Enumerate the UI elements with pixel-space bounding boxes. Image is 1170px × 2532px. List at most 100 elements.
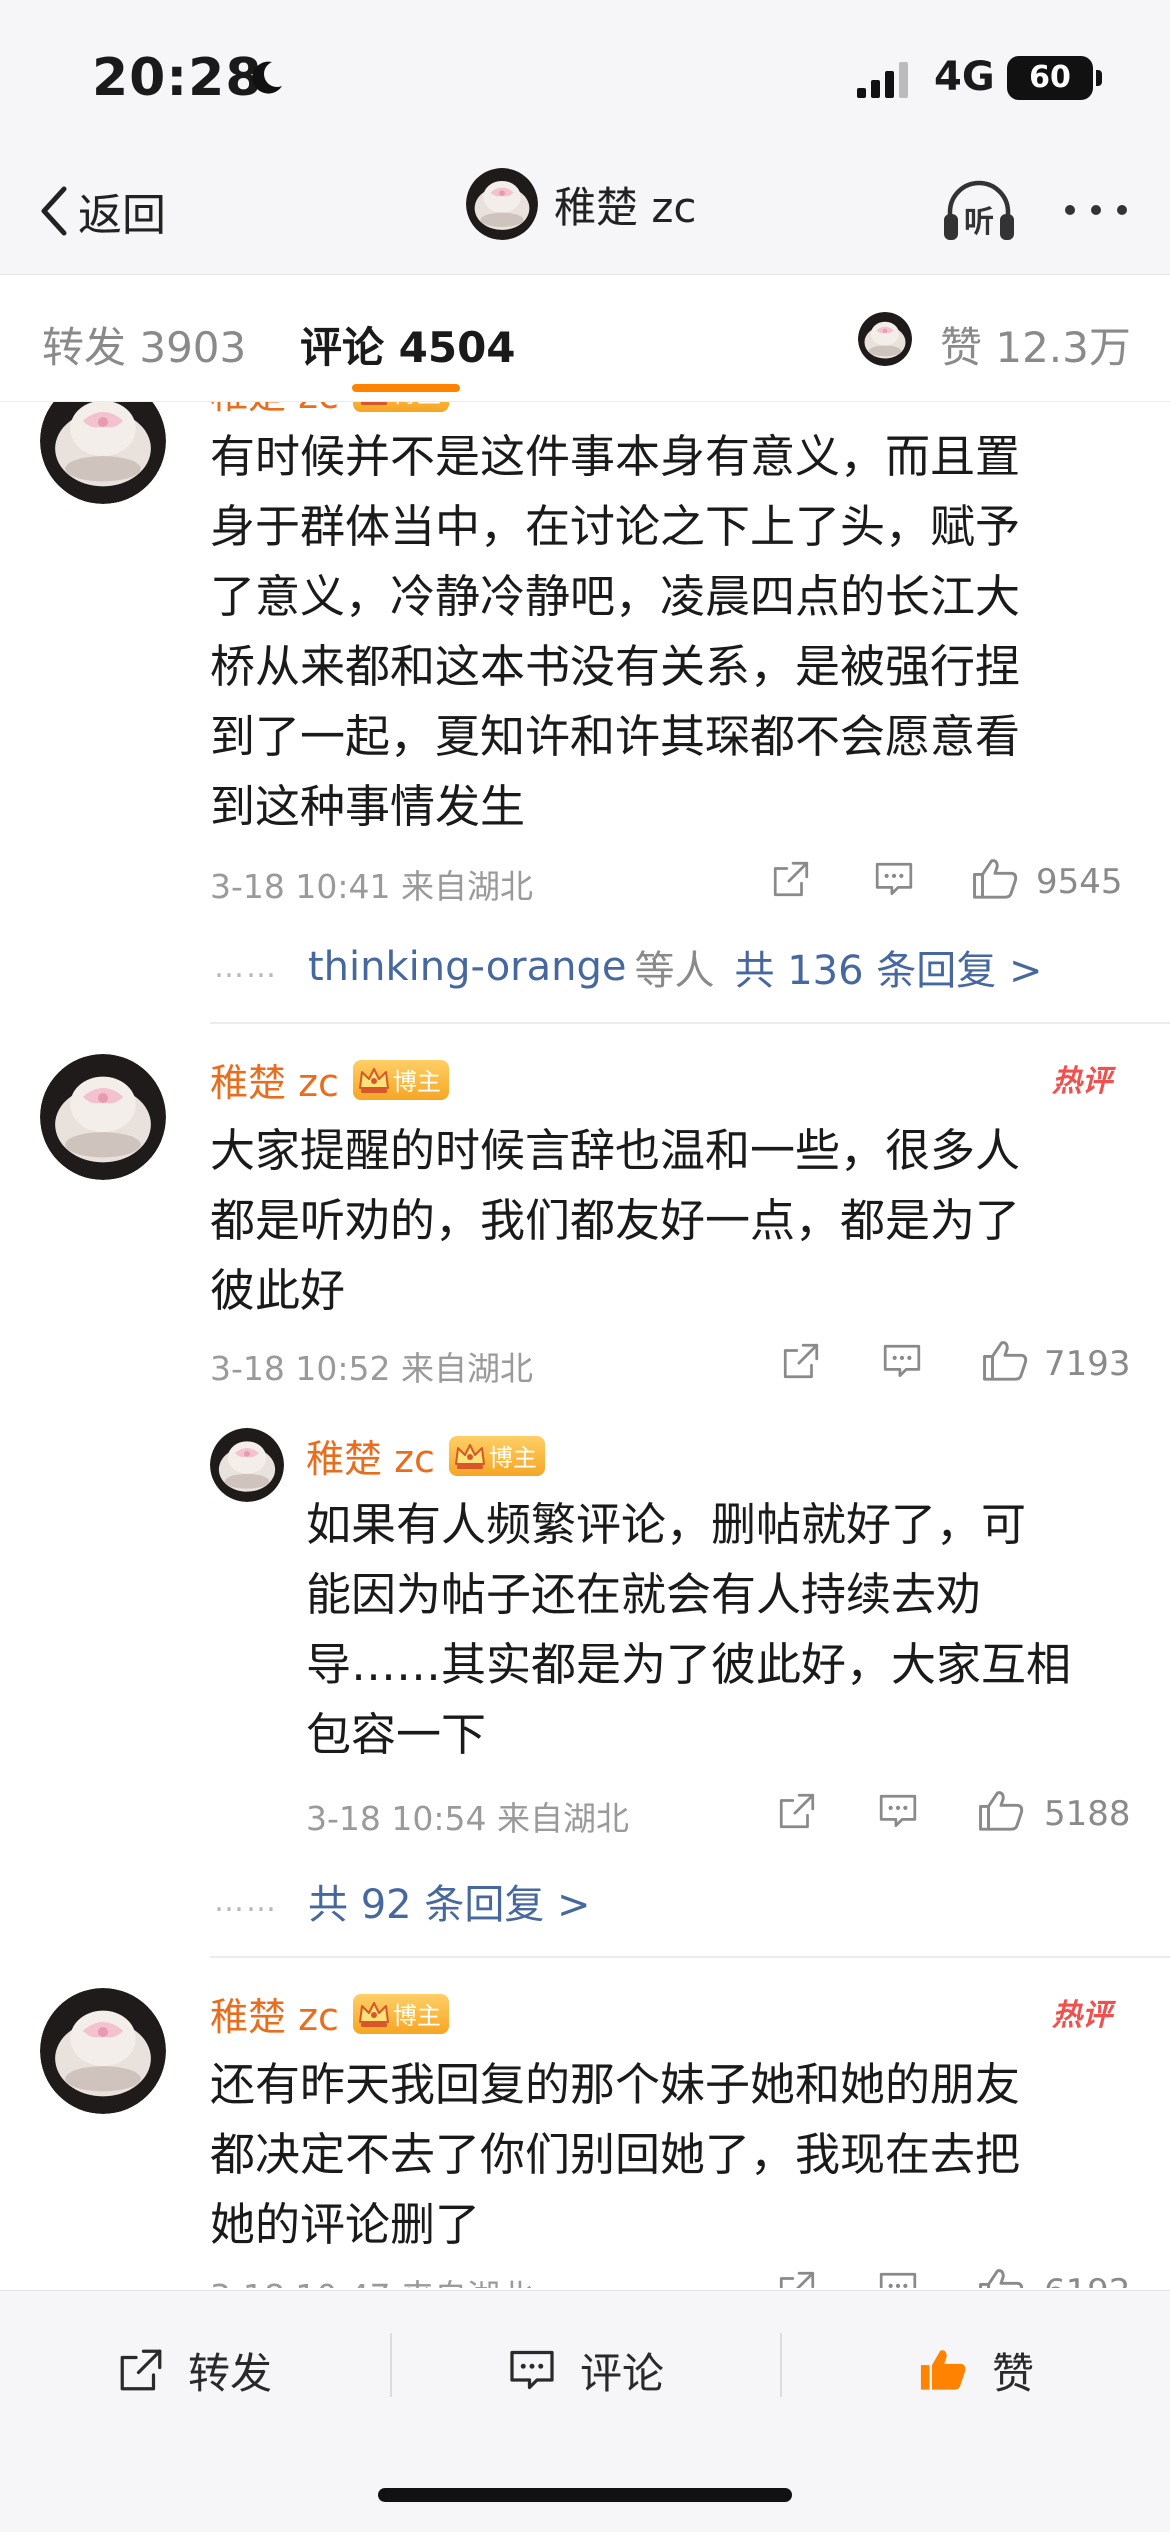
- like-icon[interactable]: [970, 856, 1020, 902]
- comment-line: 了意义，冷静冷静吧，凌晨四点的长江大: [210, 570, 1021, 623]
- like-icon[interactable]: [976, 1788, 1026, 1834]
- comment-line: 桥从来都和这本书没有关系，是被强行捏: [210, 640, 1021, 693]
- comment-meta: 3-18 10:47 来自湖北: [210, 2270, 533, 2288]
- listen-label: 听: [964, 205, 994, 240]
- like-icon[interactable]: [980, 1338, 1030, 1384]
- more-icon[interactable]: [1060, 200, 1132, 220]
- comment-line: 有时候并不是这件事本身有意义，而且置: [210, 430, 1021, 483]
- tab-bar: 转发 3903 评论 4504 赞 12.3万: [0, 276, 1170, 402]
- view-replies-link[interactable]: 共 92 条回复 >: [308, 1872, 591, 1930]
- reply-meta: 3-18 10:54 来自湖北: [306, 1799, 629, 1838]
- crown-icon: [357, 402, 391, 408]
- comment-text: 还有昨天我回复的那个妹子她和她的朋友 都决定不去了你们别回她了，我现在去把 她的…: [210, 2050, 1020, 2260]
- comment-line: 到这种事情发生: [210, 780, 526, 833]
- blogger-badge: 博主: [352, 1059, 449, 1100]
- separator: [390, 2333, 392, 2397]
- share-icon[interactable]: [776, 2268, 818, 2288]
- like-count: 7193: [1044, 1344, 1131, 1384]
- comment-list[interactable]: 稚楚 zc 博主 有时候并不是这件事本身有意义，而且置 身于群体当中，在讨论之下…: [0, 402, 1170, 2288]
- comment-username[interactable]: 稚楚 zc 博主: [306, 1428, 545, 1483]
- like-label: 赞: [992, 2348, 1035, 2398]
- divider: [210, 1956, 1170, 1958]
- back-button[interactable]: 返回: [34, 178, 166, 244]
- comment-line: 导……其实都是为了彼此好，大家互相: [306, 1638, 1072, 1691]
- listen-icon[interactable]: 听: [940, 174, 1018, 250]
- dots-separator: ……: [214, 1883, 278, 1919]
- hot-comment-badge: 热评: [1052, 1064, 1112, 1099]
- comment-label: 评论: [580, 2348, 665, 2398]
- avatar[interactable]: [40, 402, 166, 504]
- comment-line: 能因为帖子还在就会有人持续去劝: [306, 1568, 982, 1621]
- back-label: 返回: [78, 190, 166, 241]
- comment-username[interactable]: 稚楚 zc 博主: [210, 1986, 449, 2041]
- tab-likes[interactable]: 赞 12.3万: [940, 314, 1131, 375]
- like-button[interactable]: 赞: [916, 2335, 1034, 2405]
- avatar[interactable]: [40, 1054, 166, 1180]
- nav-user[interactable]: 稚楚 zc: [466, 168, 697, 240]
- comment-line: 都是听劝的，我们都友好一点，都是为了: [210, 1194, 1021, 1247]
- status-bar: 20:28 4G 60: [0, 0, 1170, 150]
- comment-text: 大家提醒的时候言辞也温和一些，很多人 都是听劝的，我们都友好一点，都是为了 彼此…: [210, 1116, 1020, 1326]
- username: 稚楚 zc: [306, 1437, 435, 1481]
- home-indicator[interactable]: [378, 2488, 792, 2502]
- share-icon: [116, 2345, 166, 2395]
- moon-icon: [252, 61, 282, 94]
- dots-separator: ……: [214, 949, 278, 985]
- username: 稚楚 zc: [210, 402, 339, 419]
- avatar[interactable]: [40, 1988, 166, 2114]
- tab-repost[interactable]: 转发 3903: [42, 314, 246, 375]
- replies-row[interactable]: …… thinking-orange 等人 共 136 条回复 >: [214, 938, 1043, 996]
- battery-icon: 60: [1007, 56, 1093, 100]
- comment-icon[interactable]: [876, 1790, 920, 1832]
- like-count: 6192: [1044, 2272, 1131, 2288]
- network-type: 4G: [934, 54, 995, 100]
- comment-line: 还有昨天我回复的那个妹子她和她的朋友: [210, 2058, 1021, 2111]
- badge-label: 博主: [488, 1444, 537, 1472]
- comment-meta: 3-18 10:52 来自湖北: [210, 1349, 533, 1388]
- crown-icon: [357, 1064, 391, 1096]
- like-icon[interactable]: [976, 2266, 1026, 2288]
- tab-comments[interactable]: 评论 4504: [300, 314, 516, 375]
- blogger-badge: 博主: [448, 1435, 545, 1476]
- comment-line: 包容一下: [306, 1708, 487, 1761]
- like-count: 5188: [1044, 1794, 1131, 1834]
- comment-line: 她的评论删了: [210, 2198, 481, 2251]
- replies-row[interactable]: …… 共 92 条回复 >: [214, 1872, 591, 1930]
- avatar[interactable]: [466, 168, 538, 240]
- blogger-badge: 博主: [352, 1993, 449, 2034]
- chevron-left-icon: [41, 186, 67, 236]
- comment-line: 彼此好: [210, 1264, 346, 1317]
- username: 稚楚 zc: [210, 1995, 339, 2039]
- crown-icon: [453, 1440, 487, 1472]
- active-tab-indicator: [352, 384, 460, 392]
- repost-button[interactable]: 转发: [116, 2335, 272, 2405]
- blogger-badge: 博主: [352, 402, 449, 412]
- badge-label: 博主: [393, 402, 441, 409]
- crown-icon: [357, 1998, 391, 2030]
- comment-icon[interactable]: [880, 1340, 924, 1382]
- share-icon[interactable]: [776, 1790, 818, 1832]
- view-replies-link[interactable]: 共 136 条回复 >: [734, 938, 1042, 996]
- reply-text: 如果有人频繁评论，删帖就好了，可 能因为帖子还在就会有人持续去劝 导……其实都是…: [306, 1490, 1071, 1770]
- nav-bar: 返回 稚楚 zc 听: [0, 150, 1170, 275]
- comment-meta: 3-18 10:41 来自湖北: [210, 867, 533, 906]
- comment-button[interactable]: 评论: [506, 2335, 664, 2405]
- comment-line: 到了一起，夏知许和许其琛都不会愿意看: [210, 710, 1021, 763]
- comment-line: 都决定不去了你们别回她了，我现在去把: [210, 2128, 1021, 2181]
- comment-line: 身于群体当中，在讨论之下上了头，赋予: [210, 500, 1021, 553]
- share-icon[interactable]: [770, 858, 812, 900]
- comment-icon[interactable]: [872, 858, 916, 900]
- comment-icon[interactable]: [876, 2268, 920, 2288]
- username: 稚楚 zc: [210, 1061, 339, 1105]
- comment-username[interactable]: 稚楚 zc 博主: [210, 1052, 449, 1107]
- comment-username[interactable]: 稚楚 zc 博主: [210, 402, 449, 419]
- like-avatar: [858, 312, 912, 366]
- reply-users[interactable]: thinking-orange: [308, 944, 626, 990]
- avatar[interactable]: [210, 1428, 284, 1502]
- comment-line: 大家提醒的时候言辞也温和一些，很多人: [210, 1124, 1021, 1177]
- divider: [210, 1022, 1170, 1024]
- badge-label: 博主: [392, 1068, 441, 1096]
- repost-label: 转发: [188, 2348, 273, 2398]
- comment-text: 有时候并不是这件事本身有意义，而且置 身于群体当中，在讨论之下上了头，赋予 了意…: [210, 422, 1020, 842]
- share-icon[interactable]: [780, 1340, 822, 1382]
